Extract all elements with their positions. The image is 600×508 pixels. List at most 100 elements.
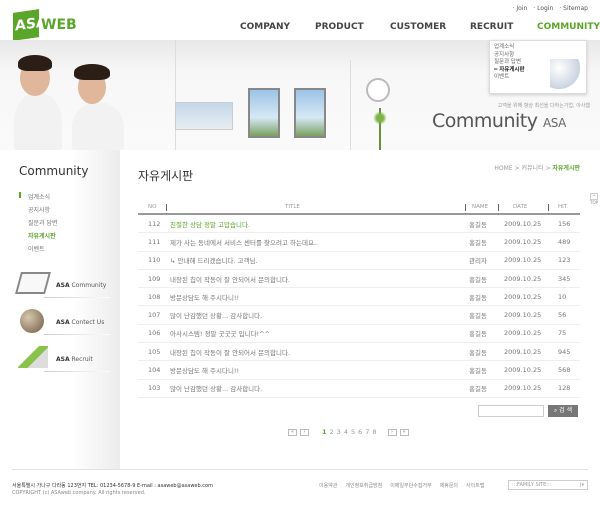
page-number[interactable]: 1 xyxy=(322,428,327,436)
cell-date: 2009.10.25 xyxy=(504,256,542,265)
footer-link[interactable]: 이메일무단수집거부 xyxy=(390,482,431,489)
cell-no: 103 xyxy=(148,384,161,393)
table-row[interactable]: 105 내장된 칩이 작동이 잘 안되어서 문의합니다. 홍길동 2009.10.25… xyxy=(138,343,580,362)
page-number[interactable]: 8 xyxy=(372,428,376,436)
cell-hit: 156 xyxy=(558,219,571,228)
cell-date: 2009.10.25 xyxy=(504,347,542,356)
cell-name: 홍길동 xyxy=(469,385,487,394)
page-number[interactable]: 3 xyxy=(337,428,341,436)
cell-name: 홍길동 xyxy=(469,348,487,357)
cell-title[interactable]: ↳ 안내해 드리겠습니다. 고객님. xyxy=(170,255,258,265)
submenu-item[interactable]: 공지사항 xyxy=(494,52,582,60)
sitemap-link[interactable]: · Sitemap xyxy=(559,5,588,12)
breadcrumb-item[interactable]: 커뮤니티 xyxy=(521,165,543,172)
sidebar-item[interactable]: 업계소식 xyxy=(28,192,50,201)
last-page-button[interactable]: » xyxy=(399,428,409,436)
cell-name: 홍길동 xyxy=(469,238,487,247)
table-row[interactable]: 106 아사시스템! 정말 굿굿굿 입니다!^^ 홍길동 2009.10.25 75 xyxy=(138,325,580,344)
next-page-button[interactable]: › xyxy=(387,428,397,436)
top-button[interactable]: ^ TOP xyxy=(590,193,598,205)
footer-links: 이용약관 개인정보취급방침 이메일무단수집거부 제휴문의 사이트맵 xyxy=(319,482,484,489)
board-table: NO TITLE NAME DATE HIT 112 친절한 상담 정말 고맙습니… xyxy=(138,200,580,398)
cell-title[interactable]: 내장된 칩이 작동이 잘 안되어서 문의합니다. xyxy=(170,347,290,357)
first-page-button[interactable]: « xyxy=(288,428,297,436)
table-header: NO TITLE NAME DATE HIT xyxy=(138,200,580,215)
nav-community[interactable]: COMMUNITY xyxy=(537,22,600,32)
cell-date: 2009.10.25 xyxy=(504,219,542,228)
login-link[interactable]: · Login xyxy=(533,5,553,12)
sidebar-item[interactable]: 공지사항 xyxy=(28,205,50,214)
cell-hit: 56 xyxy=(558,311,567,320)
cell-title[interactable]: 많이 난감했던 상황... 감사합니다. xyxy=(170,383,262,393)
main-nav: COMPANY PRODUCT CUSTOMER RECRUIT COMMUNI… xyxy=(0,22,600,36)
cell-no: 104 xyxy=(148,366,161,375)
sidebar-item-active[interactable]: 자유게시판 xyxy=(28,231,56,240)
cell-hit: 10 xyxy=(558,292,567,301)
footer-link[interactable]: 사이트맵 xyxy=(466,482,484,489)
banner-contact[interactable]: ASA Contect Us xyxy=(14,307,110,335)
table-row[interactable]: 107 많이 난감했던 상황... 감사합니다. 홍길동 2009.10.25 56 xyxy=(138,306,580,325)
search-button[interactable]: ⌕ 검 색 xyxy=(548,405,578,417)
footer-link[interactable]: 제휴문의 xyxy=(440,482,458,489)
page-title: 자유게시판 xyxy=(138,169,194,183)
banner-title: Community ASA xyxy=(432,110,566,132)
cell-date: 2009.10.25 xyxy=(504,274,542,283)
footer-link[interactable]: 개인정보취급방침 xyxy=(345,482,382,489)
cell-no: 107 xyxy=(148,311,161,320)
cell-title[interactable]: 제가 사는 동네에서 서비스 센터를 찾으려고 하는데요.. xyxy=(170,237,318,247)
page-number[interactable]: 5 xyxy=(351,428,355,436)
footer-link[interactable]: 이용약관 xyxy=(319,482,337,489)
leaf-icon xyxy=(18,346,48,368)
join-link[interactable]: · Join xyxy=(513,5,528,12)
cell-hit: 75 xyxy=(558,329,567,338)
cell-title[interactable]: 내장된 칩이 작동이 잘 안되어서 문의합니다. xyxy=(170,274,290,284)
nav-product[interactable]: PRODUCT xyxy=(315,22,364,32)
submenu-item[interactable]: 업계소식 xyxy=(494,44,582,52)
breadcrumb: HOME > 커뮤니티 > 자유게시판 xyxy=(494,165,580,172)
active-marker xyxy=(19,192,21,198)
cell-hit: 489 xyxy=(558,237,571,246)
page-number[interactable]: 2 xyxy=(330,428,334,436)
page-number[interactable]: 4 xyxy=(344,428,348,436)
banner-recruit[interactable]: ASA Recruit xyxy=(14,344,110,372)
table-row[interactable]: 108 방문상담도 해 주시다니!! 홍길동 2009.10.25 10 xyxy=(138,288,580,307)
cell-title[interactable]: 친절한 상담 정말 고맙습니다. xyxy=(170,219,250,229)
cell-no: 105 xyxy=(148,347,161,356)
cell-name: 홍길동 xyxy=(469,312,487,321)
table-row[interactable]: 103 많이 난감했던 상황... 감사합니다. 홍길동 2009.10.25 128 xyxy=(138,380,580,398)
cell-title[interactable]: 방문상담도 해 주시다니!! xyxy=(170,365,239,375)
cell-no: 108 xyxy=(148,292,161,301)
pagination: « ‹ 12345678 › » xyxy=(288,428,409,436)
notebook-icon xyxy=(15,272,51,294)
cell-hit: 345 xyxy=(558,274,571,283)
cell-name: 홍길동 xyxy=(469,293,487,302)
sidebar-item[interactable]: 이벤트 xyxy=(28,244,45,253)
banner-community[interactable]: ASA Community xyxy=(14,270,110,298)
cell-date: 2009.10.25 xyxy=(504,292,542,301)
chevron-down-icon: |▾ xyxy=(579,482,584,488)
cell-name: 관리자 xyxy=(469,257,487,266)
table-row[interactable]: 104 방문상담도 해 주시다니!! 홍길동 2009.10.25 568 xyxy=(138,361,580,380)
cell-title[interactable]: 아사시스템! 정말 굿굿굿 입니다!^^ xyxy=(170,328,270,338)
cell-name: 홍길동 xyxy=(469,220,487,229)
nav-recruit[interactable]: RECRUIT xyxy=(470,22,513,32)
table-row[interactable]: 111 제가 사는 동네에서 서비스 센터를 찾으려고 하는데요.. 홍길동 2009… xyxy=(138,233,580,252)
table-row[interactable]: 109 내장된 칩이 작동이 잘 안되어서 문의합니다. 홍길동 2009.10.25… xyxy=(138,270,580,289)
table-row[interactable]: 110 ↳ 안내해 드리겠습니다. 고객님. 관리자 2009.10.25 123 xyxy=(138,252,580,270)
page-number[interactable]: 6 xyxy=(358,428,362,436)
family-site-select[interactable]: :::FAMILY SITE::: |▾ xyxy=(508,480,588,490)
sidebar-item[interactable]: 질문과 답변 xyxy=(28,218,58,227)
table-row[interactable]: 112 친절한 상담 정말 고맙습니다. 홍길동 2009.10.25 156 xyxy=(138,215,580,234)
nav-customer[interactable]: CUSTOMER xyxy=(390,22,446,32)
search-input[interactable] xyxy=(478,405,544,417)
nav-company[interactable]: COMPANY xyxy=(240,22,290,32)
breadcrumb-home[interactable]: HOME xyxy=(494,165,512,172)
cell-date: 2009.10.25 xyxy=(504,329,542,338)
cell-title[interactable]: 많이 난감했던 상황... 감사합니다. xyxy=(170,310,262,320)
cell-title[interactable]: 방문상담도 해 주시다니!! xyxy=(170,292,239,302)
cell-hit: 128 xyxy=(558,384,571,393)
prev-page-button[interactable]: ‹ xyxy=(300,428,309,436)
footer-copyright: COPYRIGHT (c) ASAweb company. All rights… xyxy=(12,490,146,496)
page-number[interactable]: 7 xyxy=(365,428,369,436)
cell-hit: 568 xyxy=(558,366,571,375)
